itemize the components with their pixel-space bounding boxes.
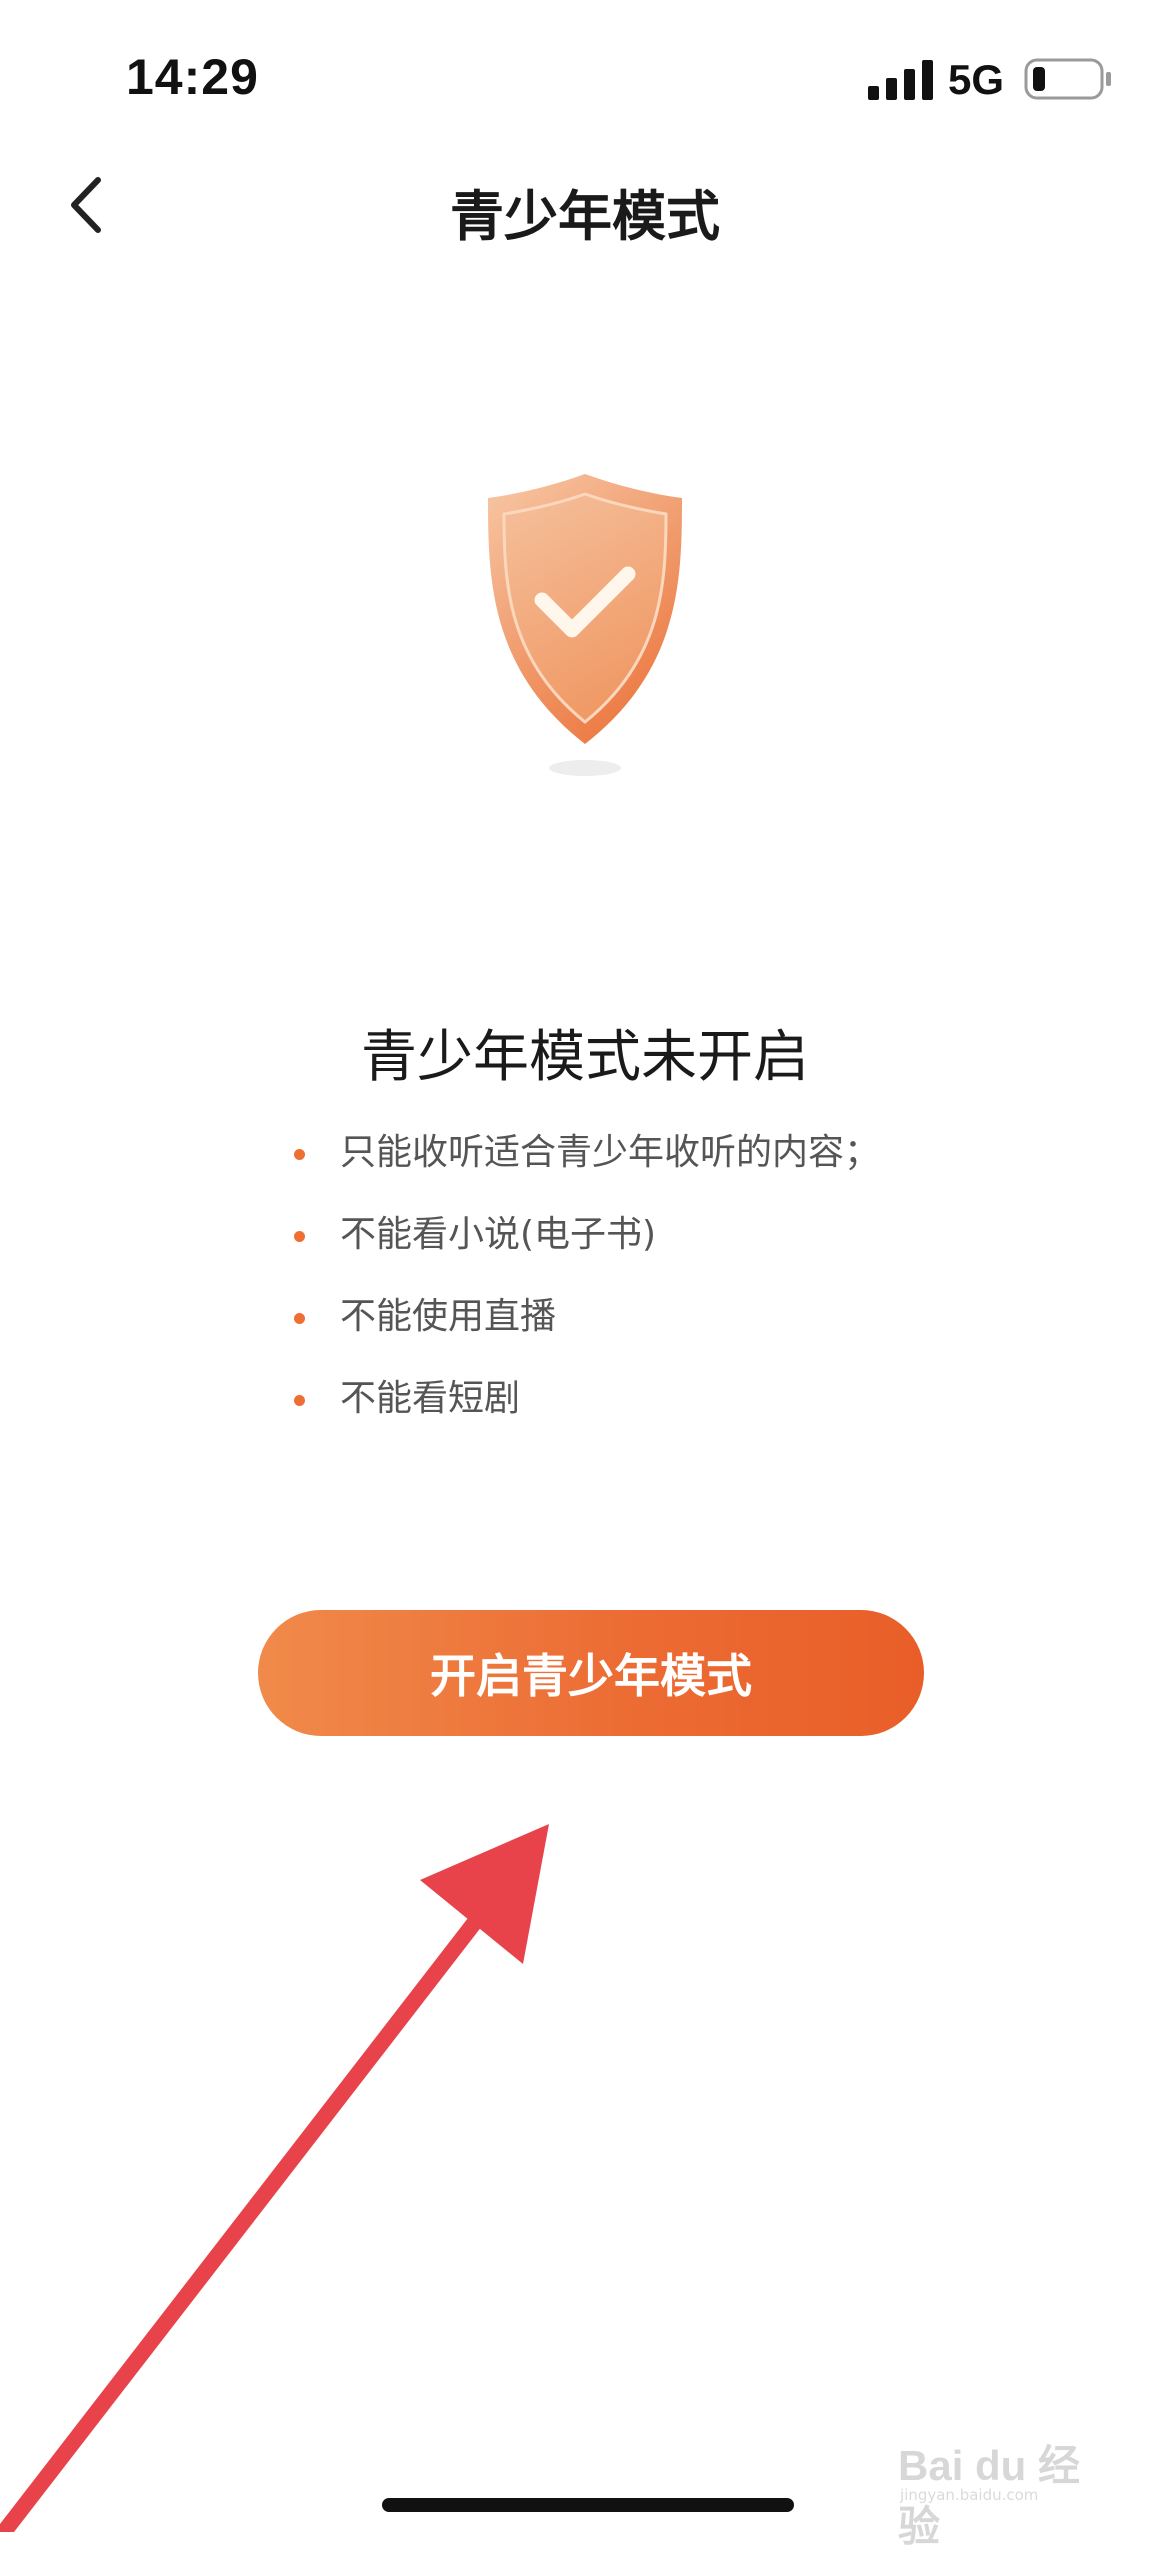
feature-item: 只能收听适合青少年收听的内容；: [292, 1128, 932, 1210]
feature-item: 不能看短剧: [292, 1374, 932, 1456]
enable-youth-mode-button[interactable]: 开启青少年模式: [258, 1610, 924, 1736]
feature-text: 不能看小说(电子书): [340, 1214, 657, 1255]
battery-icon: [1024, 58, 1111, 100]
network-label: 5G: [948, 56, 1005, 103]
red-arrow-icon: [0, 1824, 549, 2532]
bullet-dot: [294, 1395, 305, 1406]
status-bar: 14:29 5G: [0, 0, 1170, 150]
bullet-dot: [294, 1149, 305, 1160]
nav-bar: 青少年模式: [0, 150, 1170, 260]
feature-item: 不能看小说(电子书): [292, 1210, 932, 1292]
feature-text: 不能使用直播: [340, 1296, 557, 1337]
feature-item: 不能使用直播: [292, 1292, 932, 1374]
page-title: 青少年模式: [450, 185, 720, 248]
feature-text: 不能看短剧: [340, 1378, 521, 1419]
feature-text: 只能收听适合青少年收听的内容；: [340, 1132, 881, 1173]
home-indicator: [382, 2498, 794, 2512]
status-time: 14:29: [126, 49, 259, 105]
status-heading: 青少年模式未开启: [361, 1025, 809, 1090]
bullet-dot: [294, 1313, 305, 1324]
watermark-url: jingyan.baidu.com: [900, 2486, 1039, 2504]
baidu-watermark: Bai du 经验 jingyan.baidu.com: [898, 2430, 1118, 2550]
feature-list: 只能收听适合青少年收听的内容； 不能看小说(电子书) 不能使用直播 不能看短剧: [292, 1128, 932, 1456]
shield-check-icon: [488, 474, 682, 776]
signal-icon: [868, 60, 933, 100]
bullet-dot: [294, 1231, 305, 1242]
